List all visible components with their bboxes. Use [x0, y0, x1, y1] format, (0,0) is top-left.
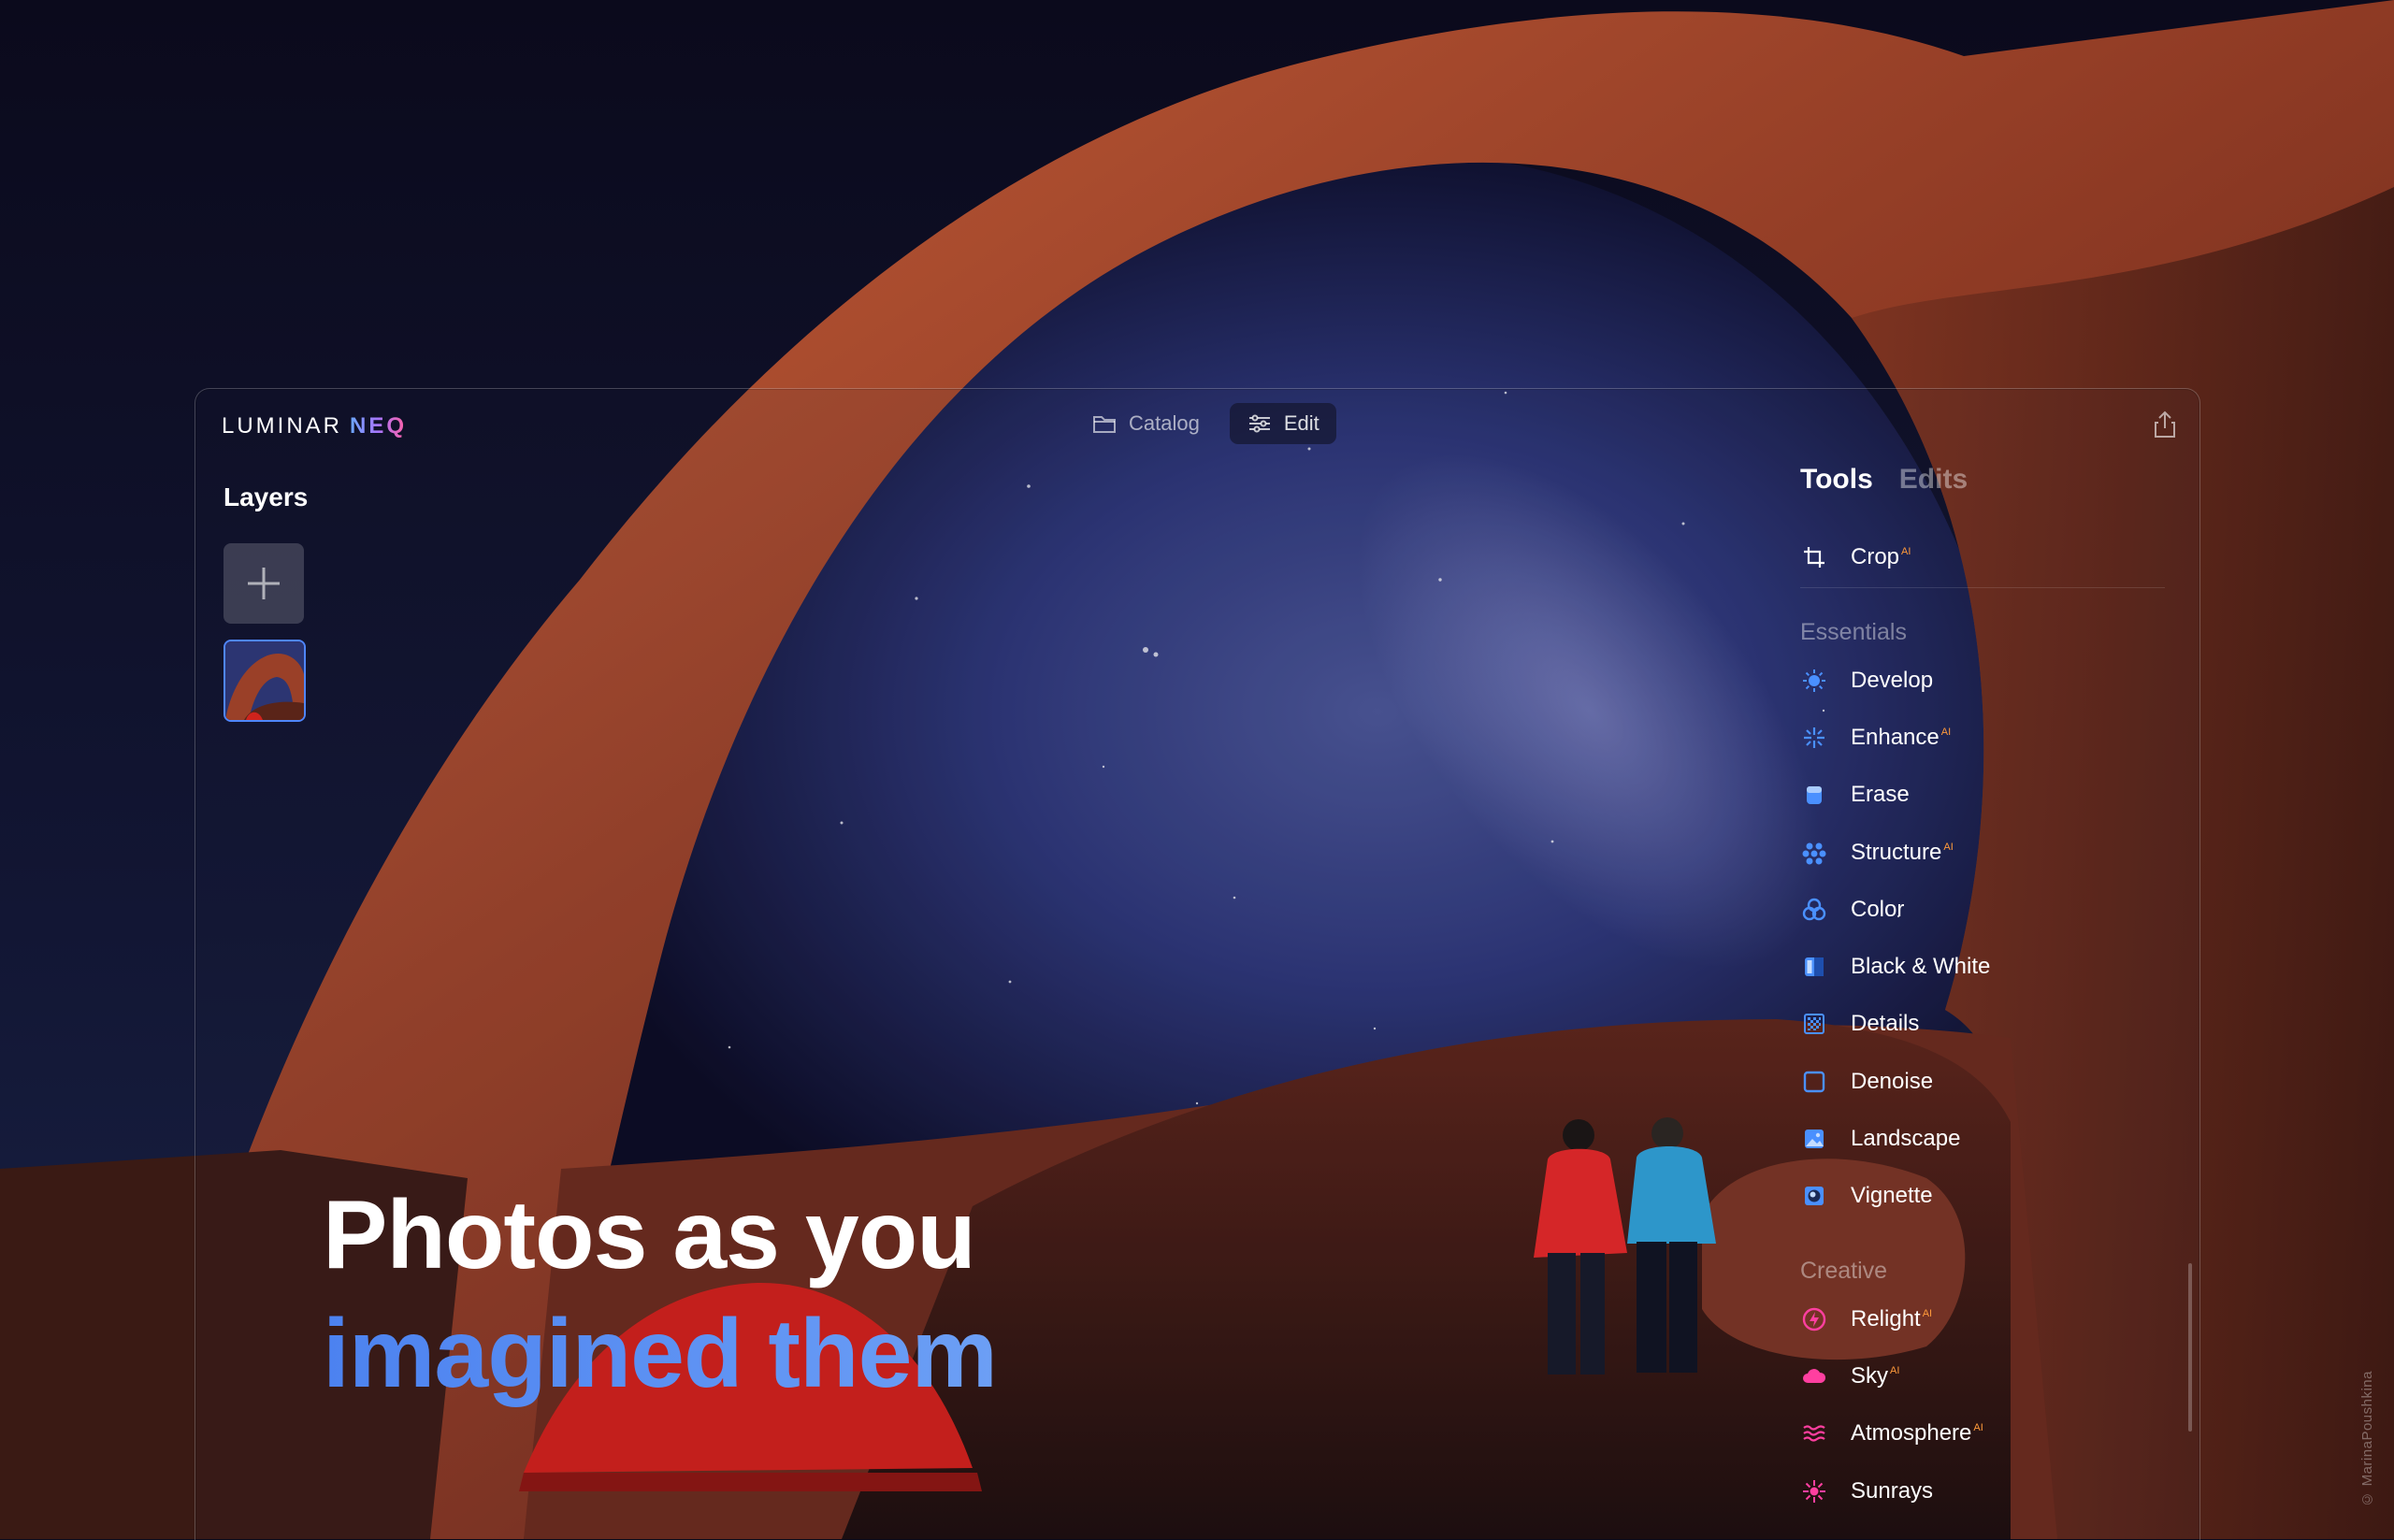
tool-relight[interactable]: Relight AI	[1800, 1290, 2165, 1347]
section-creative: Creative	[1800, 1257, 1888, 1284]
bolt-circle-icon	[1800, 1305, 1828, 1333]
tool-label: Erase	[1851, 782, 1910, 808]
headline-line-2: imagined them	[323, 1295, 998, 1414]
sun-icon	[1800, 667, 1828, 695]
tool-landscape[interactable]: Landscape	[1800, 1110, 2165, 1167]
sliders-icon	[1248, 414, 1270, 433]
tool-develop[interactable]: Develop	[1800, 652, 2165, 709]
logo-wordmark: LUMINAR	[222, 413, 343, 439]
ai-badge: AI	[1940, 726, 1952, 738]
edit-mode-button[interactable]: Edit	[1229, 403, 1336, 444]
square-icon	[1800, 1068, 1828, 1096]
layer-thumbnail-image	[225, 641, 304, 720]
layers-title: Layers	[224, 482, 309, 511]
folder-icon	[1093, 416, 1116, 433]
ai-badge: AI	[1890, 1364, 1900, 1376]
tool-label: Sky	[1851, 1362, 1889, 1389]
section-essentials: Essentials	[1800, 619, 1907, 645]
tool-label: Vignette	[1851, 1183, 1933, 1209]
tool-label: Details	[1851, 1011, 1920, 1037]
tool-denoise[interactable]: Denoise	[1800, 1053, 2165, 1110]
tool-label: Enhance	[1851, 724, 1940, 750]
tools-panel: Tools Edits Crop AI Essentials Develop En…	[1800, 464, 2165, 1519]
tool-label: Structure	[1851, 839, 1942, 865]
mode-switcher: Catalog Edit	[1074, 403, 1336, 444]
sunrays-icon	[1800, 1477, 1828, 1505]
tool-erase[interactable]: Erase	[1800, 767, 2165, 824]
tool-details[interactable]: Details	[1800, 996, 2165, 1053]
catalog-mode-button[interactable]: Catalog	[1074, 403, 1217, 444]
tool-label: Crop	[1851, 544, 1900, 569]
tool-crop[interactable]: Crop AI	[1800, 539, 2165, 588]
cloud-icon	[1800, 1362, 1828, 1390]
edit-label: Edit	[1283, 411, 1320, 435]
tab-edits[interactable]: Edits	[1899, 464, 1968, 496]
tool-label: Atmosphere	[1851, 1420, 1972, 1446]
tool-sunrays[interactable]: Sunrays	[1800, 1462, 2165, 1519]
headline-line-1: Photos as you	[323, 1181, 976, 1289]
ai-badge: AI	[1943, 841, 1954, 853]
tool-label: Color	[1851, 896, 1905, 922]
color-circles-icon	[1800, 896, 1828, 924]
tool-enhance[interactable]: Enhance AI	[1800, 709, 2165, 766]
vignette-icon	[1800, 1182, 1828, 1210]
ai-badge: AI	[1901, 546, 1911, 557]
tool-vignette[interactable]: Vignette	[1800, 1168, 2165, 1225]
half-square-icon	[1800, 953, 1828, 981]
ai-badge: AI	[1922, 1307, 1933, 1319]
headline: Photos as you imagined them	[323, 1176, 998, 1414]
tool-label: Sunrays	[1851, 1477, 1934, 1504]
panel-scrollbar[interactable]	[2188, 1263, 2192, 1432]
tool-color[interactable]: Color	[1800, 881, 2165, 938]
tool-black-white[interactable]: Black & White	[1800, 938, 2165, 995]
tool-label: Black & White	[1851, 954, 1991, 980]
tool-label: Relight	[1851, 1305, 1921, 1331]
photo-credit: © MarinaPoushkina	[2359, 1371, 2375, 1507]
add-layer-button[interactable]	[224, 543, 304, 624]
waves-icon	[1800, 1419, 1828, 1447]
plus-icon	[248, 568, 280, 599]
layer-thumbnail[interactable]	[224, 640, 306, 722]
app-logo: LUMINAR NEQ	[222, 413, 407, 439]
tool-structure[interactable]: Structure AI	[1800, 824, 2165, 881]
tool-label: Denoise	[1851, 1068, 1934, 1094]
tool-label: Landscape	[1851, 1126, 1961, 1152]
grid-icon	[1800, 1010, 1828, 1038]
eraser-icon	[1800, 781, 1828, 809]
panel-tabs: Tools Edits	[1800, 464, 2165, 496]
tool-sky[interactable]: Sky AI	[1800, 1347, 2165, 1404]
crop-icon	[1800, 543, 1828, 571]
tab-tools[interactable]: Tools	[1800, 464, 1873, 496]
top-bar: LUMINAR NEQ Catalog Edit	[195, 389, 2199, 462]
share-icon[interactable]	[2151, 410, 2179, 439]
ai-badge: AI	[1973, 1422, 1983, 1434]
tool-atmosphere[interactable]: Atmosphere AI	[1800, 1405, 2165, 1462]
catalog-label: Catalog	[1129, 411, 1200, 435]
logo-suffix: NEQ	[350, 413, 408, 439]
sparkle-icon	[1800, 724, 1828, 752]
tool-label: Develop	[1851, 667, 1934, 693]
picture-icon	[1800, 1125, 1828, 1153]
dots-icon	[1800, 839, 1828, 867]
